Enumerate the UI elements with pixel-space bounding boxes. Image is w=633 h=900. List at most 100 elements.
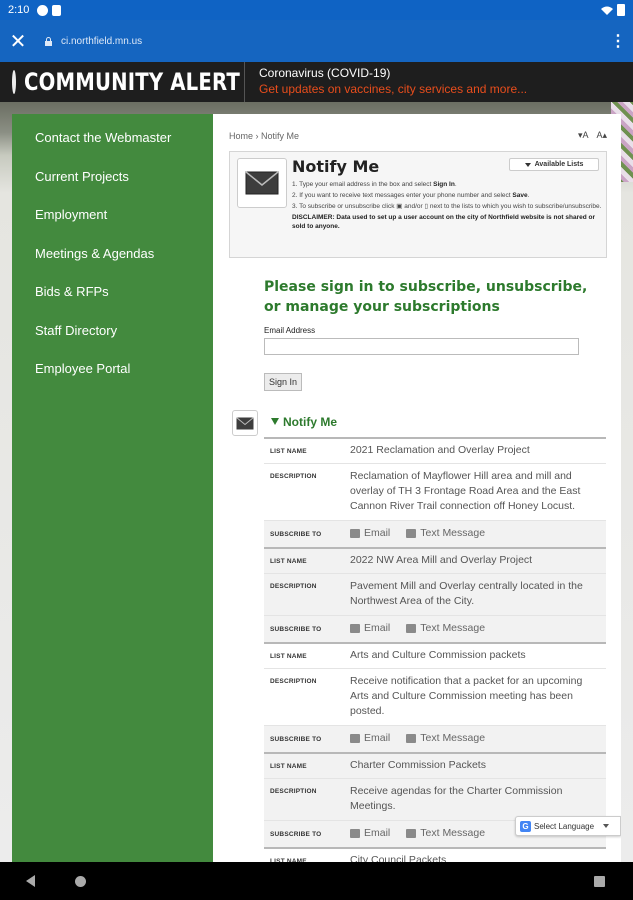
email-option-label: Email xyxy=(364,827,391,839)
main-content: Home › Notify Me ▾A A▴ Notify Me Availab… xyxy=(213,114,621,862)
sidebar-item-meetings-agendas[interactable]: Meetings & Agendas xyxy=(12,235,213,274)
instruction-1-suffix: . xyxy=(454,181,457,188)
phone-icon xyxy=(406,734,417,743)
status-time: 2:10 xyxy=(8,4,30,16)
subscribe-email-option[interactable]: Email xyxy=(350,826,390,841)
url-text[interactable]: ci.northfield.mn.us xyxy=(61,36,142,47)
browser-menu-button[interactable]: ⋮ xyxy=(603,20,633,62)
description-label: DESCRIPTION xyxy=(270,678,317,685)
instruction-2-bold: Save xyxy=(512,192,528,199)
text-option-label: Text Message xyxy=(420,527,486,539)
home-icon[interactable] xyxy=(75,875,86,887)
sidebar-item-contact-webmaster[interactable]: Contact the Webmaster xyxy=(12,119,213,158)
list-name-value: 2021 Reclamation and Overlay Project xyxy=(350,444,530,456)
email-icon xyxy=(350,624,360,633)
chevron-down-icon xyxy=(603,824,610,828)
disclaimer: DISCLAIMER: Data used to set up a user a… xyxy=(292,213,602,231)
text-option-label: Text Message xyxy=(420,622,486,634)
battery-icon xyxy=(617,4,625,16)
storage-icon xyxy=(52,4,62,16)
select-language-dropdown[interactable]: G Select Language xyxy=(515,816,621,836)
list-name-value: City Council Packets xyxy=(350,854,447,862)
font-smaller-button[interactable]: ▾A xyxy=(578,130,589,141)
wifi-icon xyxy=(601,6,613,15)
sidebar-item-employment[interactable]: Employment xyxy=(12,196,213,235)
subscribe-email-option[interactable]: Email xyxy=(350,621,390,636)
envelope-icon xyxy=(237,158,287,208)
description-label: DESCRIPTION xyxy=(270,788,317,795)
sidebar-item-employee-portal[interactable]: Employee Portal xyxy=(12,350,213,389)
email-option-label: Email xyxy=(364,527,391,539)
back-icon[interactable] xyxy=(26,875,35,887)
font-larger-button[interactable]: A▴ xyxy=(596,130,607,141)
description-row: DESCRIPTION Receive agendas for the Char… xyxy=(264,778,606,820)
instruction-2-text: 2. If you want to receive text messages … xyxy=(292,192,513,199)
instruction-2: 2. If you want to receive text messages … xyxy=(292,191,602,200)
breadcrumb-separator: › xyxy=(255,131,259,141)
subscribe-text-option[interactable]: Text Message xyxy=(406,621,485,636)
subscribe-row: SUBSCRIBE TO Email Text Message xyxy=(264,520,606,547)
subscribe-to-label: SUBSCRIBE TO xyxy=(270,531,322,538)
description-value: Receive agendas for the Charter Commissi… xyxy=(350,785,563,812)
recents-icon[interactable] xyxy=(594,875,605,887)
community-alert-badge: COMMUNITY ALERT xyxy=(0,62,245,102)
description-label: DESCRIPTION xyxy=(270,473,317,480)
font-size-controls: ▾A A▴ xyxy=(578,130,607,141)
close-tab-button[interactable]: ✕ xyxy=(0,20,36,62)
phone-icon xyxy=(406,829,417,838)
list-name-label: LIST NAME xyxy=(270,448,307,455)
subscribe-row: SUBSCRIBE TO Email Text Message xyxy=(264,725,606,752)
subscribe-email-option[interactable]: Email xyxy=(350,526,390,541)
instruction-3: 3. To subscribe or unsubscribe click ▣ a… xyxy=(292,203,602,210)
description-row: DESCRIPTION Receive notification that a … xyxy=(264,668,606,725)
subscribe-text-option[interactable]: Text Message xyxy=(406,731,485,746)
alert-link[interactable]: Get updates on vaccines, city services a… xyxy=(259,82,527,98)
system-nav-bar xyxy=(0,862,633,900)
breadcrumb: Home › Notify Me xyxy=(229,131,299,141)
list-name-row: LIST NAME City Council Packets xyxy=(264,847,606,862)
list-name-label: LIST NAME xyxy=(270,763,307,770)
notify-me-title: Notify Me xyxy=(292,157,380,176)
expand-triangle-icon xyxy=(271,418,279,425)
subscribe-text-option[interactable]: Text Message xyxy=(406,826,485,841)
list-name-value: Arts and Culture Commission packets xyxy=(350,649,526,661)
instructions: 1. Type your email address in the box an… xyxy=(292,180,602,233)
text-option-label: Text Message xyxy=(420,827,486,839)
list-name-label: LIST NAME xyxy=(270,858,307,862)
instruction-2-suffix: . xyxy=(527,192,530,199)
sign-in-button[interactable]: Sign In xyxy=(264,373,303,391)
sidebar-item-bids-rfps[interactable]: Bids & RFPs xyxy=(12,273,213,312)
sidebar-item-current-projects[interactable]: Current Projects xyxy=(12,158,213,197)
email-option-label: Email xyxy=(364,732,391,744)
email-icon xyxy=(350,734,360,743)
text-option-label: Text Message xyxy=(420,732,486,744)
description-row: DESCRIPTION Pavement Mill and Overlay ce… xyxy=(264,573,606,615)
list-name-row: LIST NAME Arts and Culture Commission pa… xyxy=(264,642,606,668)
email-address-input[interactable] xyxy=(264,338,579,355)
subscribe-row: SUBSCRIBE TO Email Text Message xyxy=(264,615,606,642)
description-value: Receive notification that a packet for a… xyxy=(350,675,583,717)
signin-heading: Please sign in to subscribe, unsubscribe… xyxy=(264,279,588,315)
email-option-label: Email xyxy=(364,622,391,634)
list-name-value: Charter Commission Packets xyxy=(350,759,486,771)
email-icon xyxy=(350,529,360,538)
notify-lists-table: LIST NAME 2021 Reclamation and Overlay P… xyxy=(264,437,606,862)
subscribe-to-label: SUBSCRIBE TO xyxy=(270,736,322,743)
subscribe-text-option[interactable]: Text Message xyxy=(406,526,485,541)
breadcrumb-current: Notify Me xyxy=(261,131,300,141)
description-row: DESCRIPTION Reclamation of Mayflower Hil… xyxy=(264,463,606,520)
section-title-label: Notify Me xyxy=(283,415,337,429)
sidebar-item-staff-directory[interactable]: Staff Directory xyxy=(12,312,213,351)
notify-me-info-box: Notify Me Available Lists 1. Type your e… xyxy=(229,151,607,258)
alert-topic: Coronavirus (COVID-19) xyxy=(259,66,391,81)
select-language-label: Select Language xyxy=(534,821,595,831)
instruction-1-text: 1. Type your email address in the box an… xyxy=(292,181,434,188)
envelope-small-icon xyxy=(232,410,258,436)
subscribe-email-option[interactable]: Email xyxy=(350,731,390,746)
breadcrumb-home[interactable]: Home xyxy=(229,131,253,141)
available-lists-button[interactable]: Available Lists xyxy=(509,158,599,171)
available-lists-label: Available Lists xyxy=(534,161,584,168)
phone-icon xyxy=(406,624,417,633)
list-name-value: 2022 NW Area Mill and Overlay Project xyxy=(350,554,533,566)
notify-me-section-toggle[interactable]: Notify Me xyxy=(271,415,337,429)
